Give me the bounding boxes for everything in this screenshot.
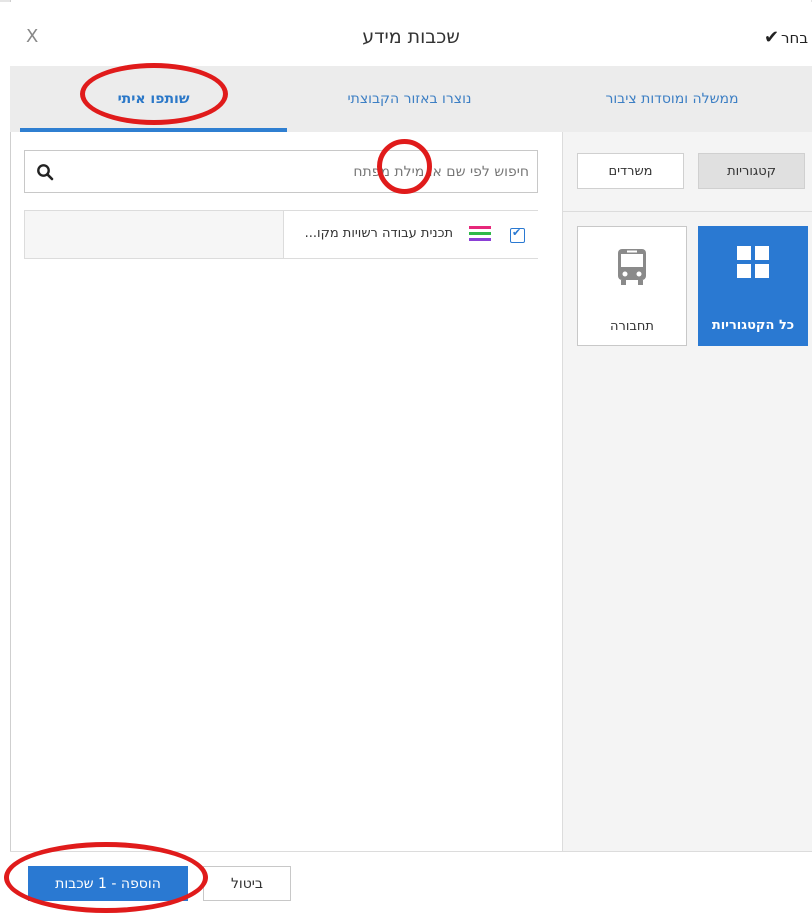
tab-bar: ממשלה ומוסדות ציבור נוצרו באזור הקבוצתי …	[10, 66, 812, 132]
category-card-transport[interactable]: תחבורה	[577, 226, 687, 346]
check-icon: ✔	[763, 27, 780, 48]
dialog-title: שכבות מידע	[362, 26, 460, 48]
add-layers-button[interactable]: הוספה - 1 שכבות	[28, 866, 188, 901]
category-panel: משרדים קטגוריות כל הקטגוריות תחבורה	[562, 132, 812, 851]
search-icon[interactable]	[36, 163, 54, 181]
category-toolbar: משרדים קטגוריות	[563, 132, 812, 212]
layers-icon	[469, 226, 491, 242]
dialog-header: X שכבות מידע בחר ✔	[10, 2, 812, 66]
category-label: תחבורה	[610, 319, 654, 334]
category-label: כל הקטגוריות	[711, 318, 795, 333]
categories-toggle[interactable]: קטגוריות	[698, 153, 805, 189]
search-box	[24, 150, 538, 193]
category-card-all[interactable]: כל הקטגוריות	[698, 226, 808, 346]
tab-shared-with-me[interactable]: שותפו איתי	[20, 66, 287, 132]
dialog-footer: הוספה - 1 שכבות ביטול	[10, 851, 812, 912]
list-row: תכנית עבודה רשויות מקו...	[24, 210, 539, 259]
grid-icon	[737, 246, 769, 278]
layer-checkbox[interactable]	[510, 226, 525, 243]
cancel-button[interactable]: ביטול	[203, 866, 291, 901]
offices-toggle[interactable]: משרדים	[577, 153, 684, 189]
bus-icon	[618, 249, 646, 285]
search-input[interactable]	[65, 151, 529, 192]
tab-group-area[interactable]: נוצרו באזור הקבוצתי	[287, 66, 532, 132]
select-button[interactable]: בחר ✔	[764, 27, 808, 48]
list-item[interactable]: תכנית עבודה רשויות מקו...	[283, 211, 539, 258]
layer-name: תכנית עבודה רשויות מקו...	[304, 226, 453, 241]
select-label: בחר	[781, 28, 808, 47]
tab-government[interactable]: ממשלה ומוסדות ציבור	[532, 66, 812, 132]
